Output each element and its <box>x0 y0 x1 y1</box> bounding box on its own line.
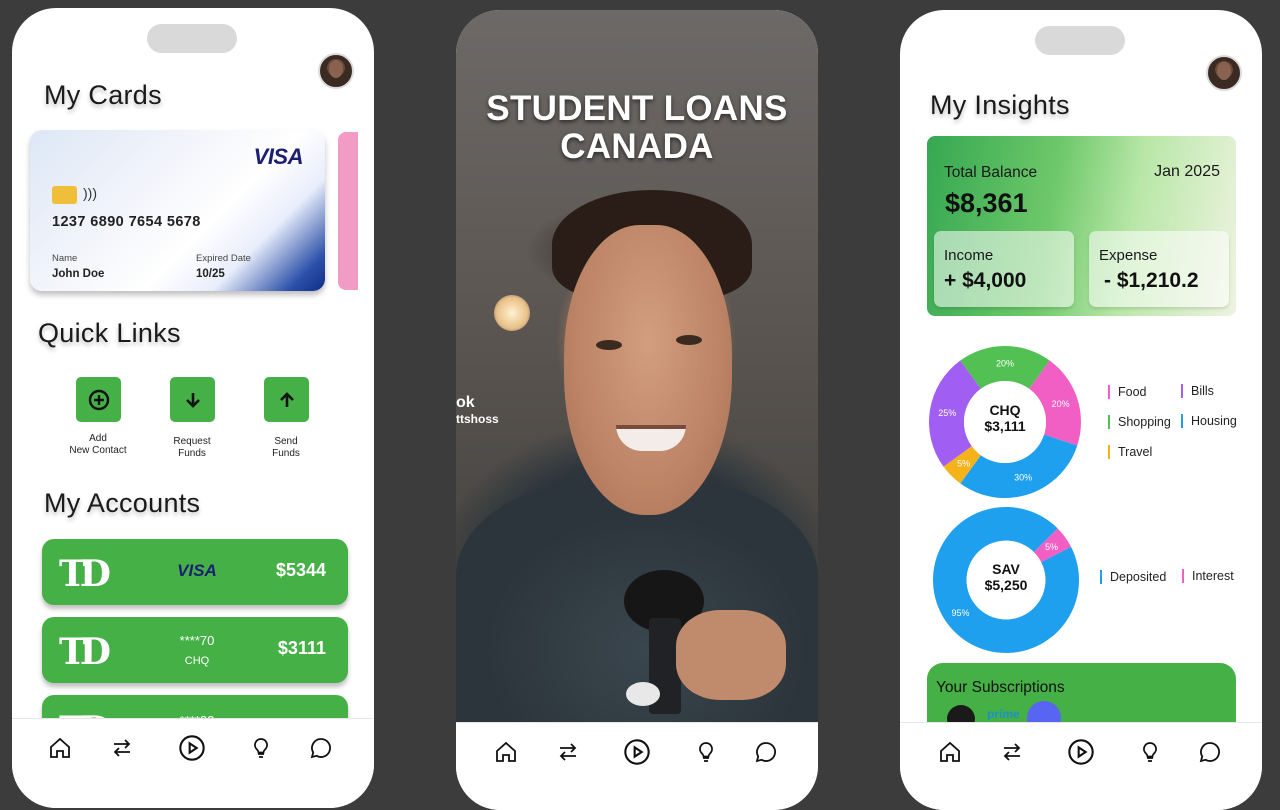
send-funds-button[interactable] <box>264 377 309 422</box>
cards-screen: My Cards VISA ))) 1237 6890 7654 5678 Na… <box>12 8 374 808</box>
chat-icon[interactable] <box>754 740 778 764</box>
home-icon[interactable] <box>494 740 518 764</box>
home-icon[interactable] <box>48 736 72 760</box>
video-player[interactable]: STUDENT LOANS CANADA ok ttshoss <box>456 10 818 722</box>
expense-card[interactable]: Expense - $1,210.2 <box>1089 231 1229 307</box>
donut-label-interest: 5% <box>1045 542 1058 552</box>
account-amount: $3111 <box>277 638 326 658</box>
legend-housing: Housing <box>1181 414 1237 428</box>
next-card-peek[interactable] <box>338 132 358 290</box>
quick-links-title: Quick Links <box>38 318 181 348</box>
income-label: Income <box>944 247 994 264</box>
account-row-visa[interactable]: TD VISA $5344 <box>42 539 348 605</box>
sav-amount: $5,250 <box>984 577 1028 593</box>
video-watermark: ok ttshoss <box>456 394 499 427</box>
td-logo: TD <box>59 553 111 595</box>
visa-logo: VISA <box>177 561 217 580</box>
card-expiry-label: Expired Date <box>196 253 251 264</box>
bottom-nav <box>12 718 374 808</box>
card-brand-logo: VISA <box>253 144 304 169</box>
add-contact-label: Add New Contact <box>69 433 127 456</box>
card-name-label: Name <box>52 253 78 264</box>
chq-name: CHQ <box>989 402 1021 418</box>
profile-avatar[interactable] <box>318 53 354 89</box>
income-value: + $4,000 <box>944 269 1027 292</box>
bottom-nav <box>456 722 818 810</box>
play-icon[interactable] <box>1067 738 1095 766</box>
account-row-chq[interactable]: TD ****70 CHQ $3111 <box>42 617 348 683</box>
legend-deposited: Deposited <box>1100 570 1166 584</box>
play-icon[interactable] <box>623 738 651 766</box>
card-expiry: 10/25 <box>196 268 225 280</box>
card-number: 1237 6890 7654 5678 <box>52 214 201 230</box>
account-type: CHQ <box>184 655 210 667</box>
add-contact-button[interactable] <box>76 377 121 422</box>
lightbulb-icon[interactable] <box>1138 740 1162 764</box>
request-funds-label: Request Funds <box>173 436 211 459</box>
request-funds-button[interactable] <box>170 377 215 422</box>
send-funds-label: Send Funds <box>272 436 300 459</box>
legend-interest: Interest <box>1182 569 1234 583</box>
bottom-nav <box>900 722 1262 810</box>
donut-label-food: 20% <box>1052 399 1070 409</box>
chip-icon <box>52 186 77 204</box>
balance-card: Total Balance Jan 2025 $8,361 Income + $… <box>927 136 1236 316</box>
video-screen: STUDENT LOANS CANADA ok ttshoss <box>456 10 818 810</box>
total-balance-label: Total Balance <box>944 164 1038 181</box>
play-icon[interactable] <box>178 734 206 762</box>
balance-date[interactable]: Jan 2025 <box>1154 163 1220 181</box>
donut-label-bills: 25% <box>938 408 956 418</box>
donut-label-shopping: 20% <box>996 358 1014 368</box>
donut-label-travel: 5% <box>957 458 970 468</box>
my-accounts-title: My Accounts <box>44 488 201 518</box>
video-eye-left <box>596 340 622 350</box>
transfer-icon[interactable] <box>110 736 134 760</box>
account-amount: $5344 <box>275 560 326 580</box>
prime-logo[interactable]: prime <box>987 707 1020 721</box>
legend-food: Food <box>1108 385 1147 399</box>
video-scrub-indicator[interactable] <box>626 682 660 706</box>
sav-center: SAV $5,250 <box>966 561 1046 593</box>
arrow-up-icon <box>279 391 294 407</box>
expense-value: - $1,210.2 <box>1104 269 1199 292</box>
video-hand <box>676 610 786 700</box>
background-lamp <box>494 295 530 331</box>
expense-label: Expense <box>1099 247 1158 264</box>
sav-name: SAV <box>992 561 1020 577</box>
card-holder-name: John Doe <box>52 268 105 280</box>
my-insights-title: My Insights <box>930 90 1070 120</box>
transfer-icon[interactable] <box>1000 740 1024 764</box>
chat-icon[interactable] <box>1198 740 1222 764</box>
income-card[interactable]: Income + $4,000 <box>934 231 1074 307</box>
profile-avatar[interactable] <box>1206 55 1242 91</box>
td-logo: TD <box>59 631 111 673</box>
account-number: ****70 <box>179 633 215 648</box>
legend-travel: Travel <box>1108 445 1152 459</box>
lightbulb-icon[interactable] <box>694 740 718 764</box>
plus-circle-icon <box>88 389 109 410</box>
my-cards-title: My Cards <box>44 80 162 110</box>
arrow-down-icon <box>185 392 200 408</box>
lightbulb-icon[interactable] <box>249 736 273 760</box>
legend-bills: Bills <box>1181 384 1214 398</box>
video-face <box>564 225 732 515</box>
video-eye-right <box>676 335 702 345</box>
dynamic-island <box>1035 26 1125 55</box>
total-balance-value: $8,361 <box>945 188 1028 218</box>
legend-shopping: Shopping <box>1108 415 1171 429</box>
credit-card[interactable]: VISA ))) 1237 6890 7654 5678 Name John D… <box>30 130 325 291</box>
subscriptions-title: Your Subscriptions <box>936 679 1065 696</box>
insights-screen: My Insights Total Balance Jan 2025 $8,36… <box>900 10 1262 810</box>
video-caption: STUDENT LOANS CANADA <box>486 89 788 166</box>
chat-icon[interactable] <box>309 736 333 760</box>
home-icon[interactable] <box>938 740 962 764</box>
chq-center: CHQ $3,111 <box>965 402 1045 434</box>
dynamic-island <box>147 24 237 53</box>
donut-label-deposited: 95% <box>952 608 970 618</box>
contactless-icon: ))) <box>83 185 97 201</box>
chq-amount: $3,111 <box>984 418 1026 434</box>
donut-label-housing: 30% <box>1014 473 1032 483</box>
transfer-icon[interactable] <box>556 740 580 764</box>
